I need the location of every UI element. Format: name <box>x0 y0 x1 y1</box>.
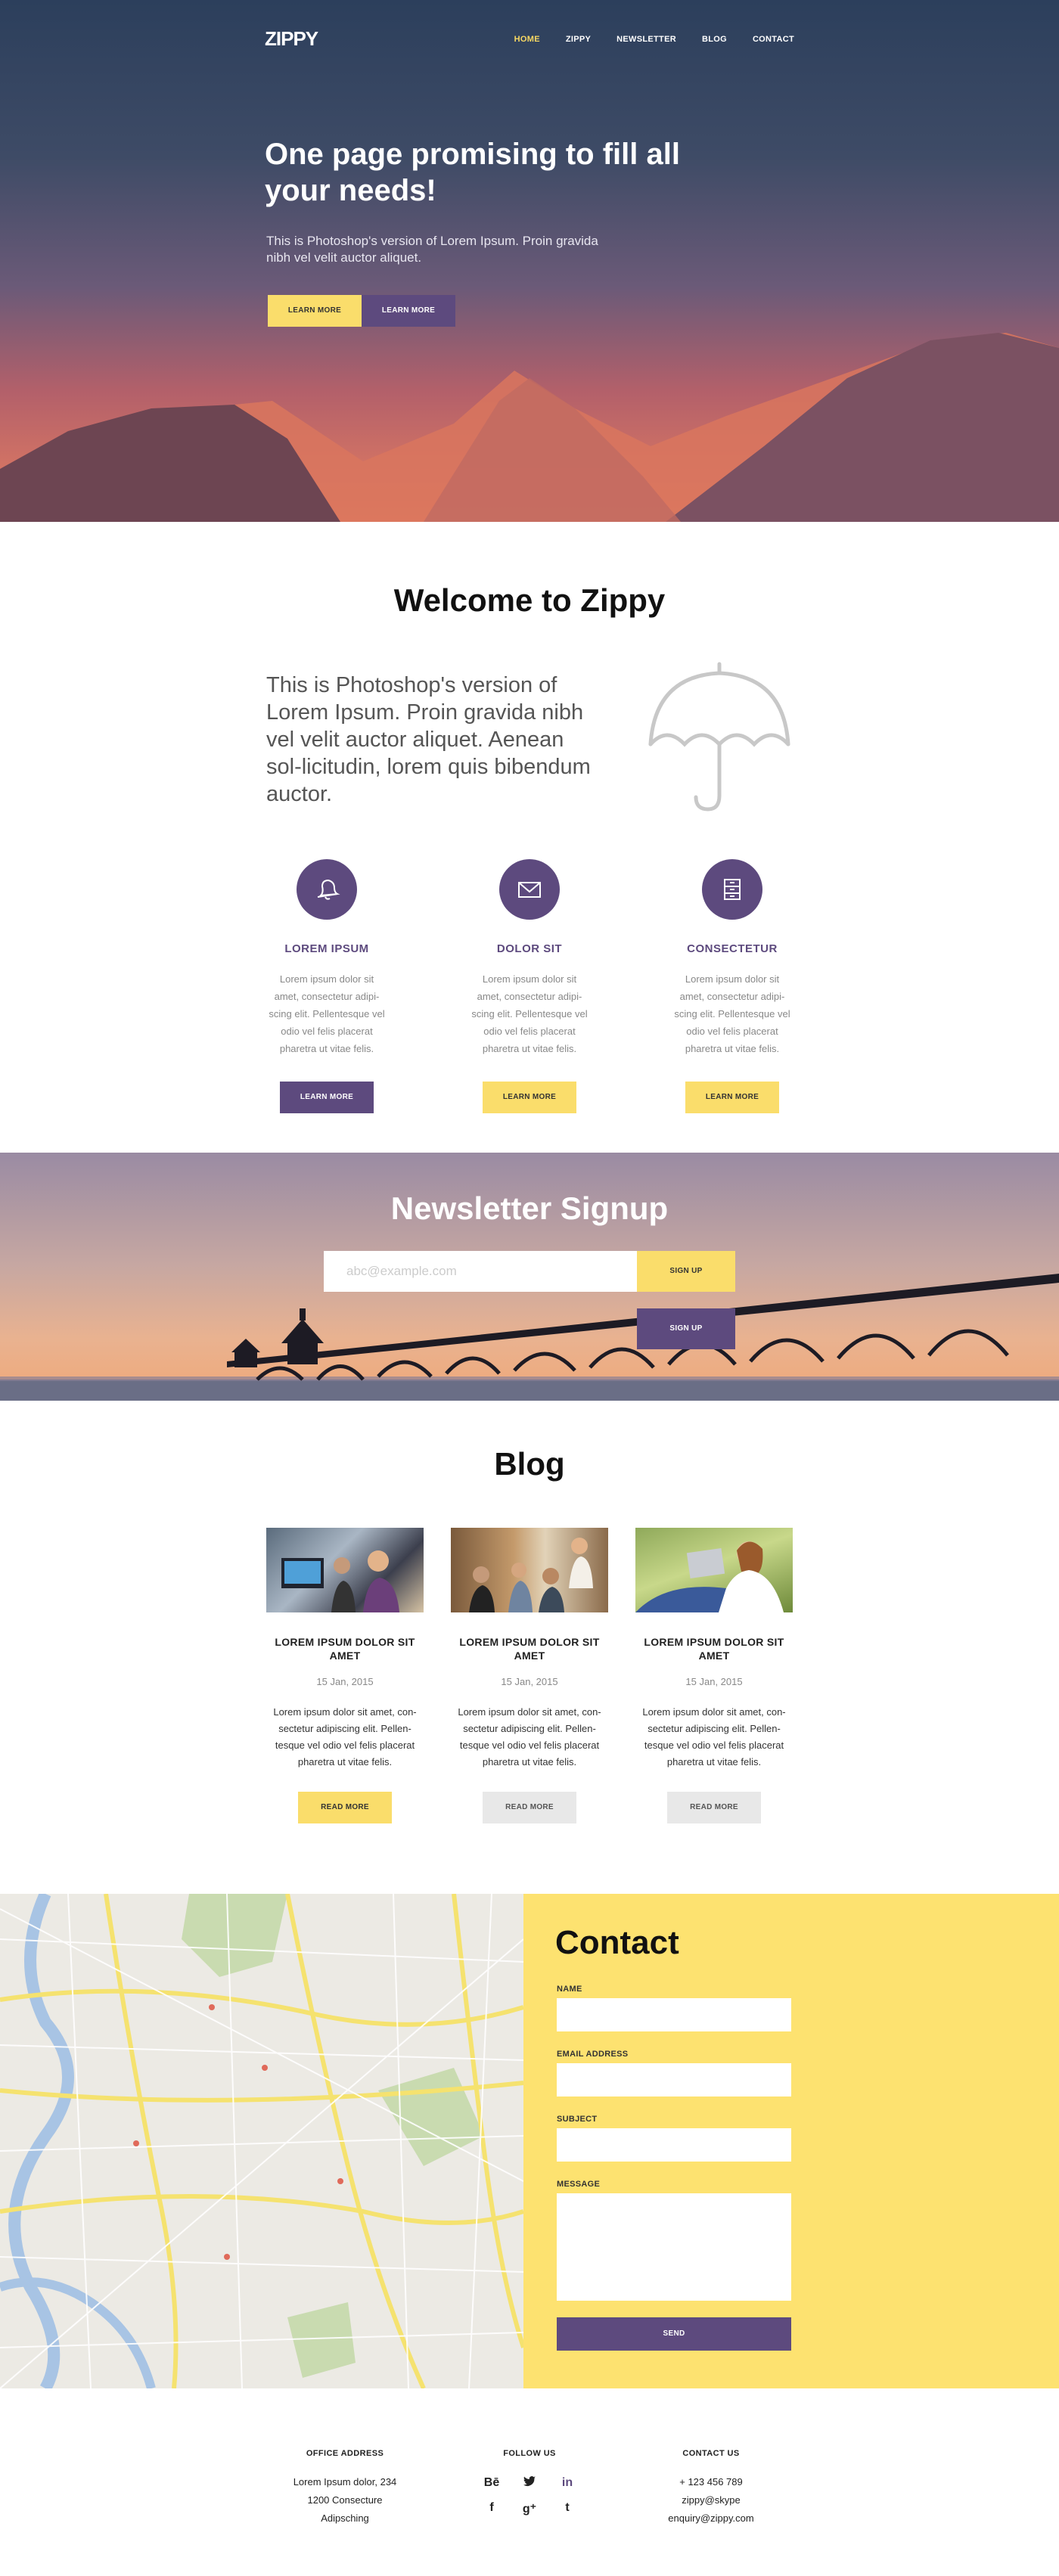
envelope-icon <box>518 882 541 898</box>
contact-form: Contact NAME EMAIL ADDRESS SUBJECT MESSA… <box>523 1894 1059 2388</box>
read-more-button[interactable]: READ MORE <box>483 1792 576 1823</box>
hero-title: One page promising to fill all your need… <box>265 138 680 207</box>
blog-post: LOREM IPSUM DOLOR SIT AMET 15 Jan, 2015 … <box>635 1528 793 1823</box>
phone-number: + 123 456 789 <box>679 2476 743 2488</box>
contact-us-title: CONTACT US <box>682 2449 740 2458</box>
blog-post-title[interactable]: LOREM IPSUM DOLOR SIT AMET <box>635 1635 793 1662</box>
blog-post-excerpt: Lorem ipsum dolor sit amet, con-sectetur… <box>642 1706 786 1768</box>
city-map[interactable] <box>0 1894 523 2388</box>
hero-buttons: LEARN MORE LEARN MORE <box>268 295 455 327</box>
blog-title: Blog <box>494 1446 565 1482</box>
contact-title: Contact <box>555 1924 679 1961</box>
social-icons: Bē in f g⁺ t <box>454 2476 605 2516</box>
office-address-column: OFFICE ADDRESS Lorem Ipsum dolor, 234 12… <box>269 2449 421 2528</box>
name-field[interactable] <box>557 1998 791 2031</box>
blog-post: LOREM IPSUM DOLOR SIT AMET 15 Jan, 2015 … <box>451 1528 608 1823</box>
bell-icon <box>317 879 340 900</box>
blog-post-image[interactable] <box>451 1528 608 1612</box>
email-link[interactable]: enquiry@zippy.com <box>635 2509 787 2528</box>
footer: OFFICE ADDRESS Lorem Ipsum dolor, 234 12… <box>0 2388 1059 2576</box>
feature-text: Lorem ipsum dolor sit amet, consectetur … <box>674 973 790 1054</box>
skype-handle: zippy@skype <box>682 2494 741 2506</box>
feature-card: DOLOR SIT Lorem ipsum dolor sit amet, co… <box>454 859 605 1113</box>
feature-card: LOREM IPSUM Lorem ipsum dolor sit amet, … <box>251 859 402 1113</box>
linkedin-icon[interactable]: in <box>548 2476 586 2491</box>
welcome-title: Welcome to Zippy <box>393 582 666 618</box>
map-streets <box>0 1894 523 2388</box>
cabinet-icon <box>724 879 741 900</box>
behance-icon[interactable]: Bē <box>473 2476 511 2491</box>
sign-up-button-secondary[interactable]: SIGN UP <box>637 1308 735 1349</box>
email-label: EMAIL ADDRESS <box>557 2050 629 2059</box>
tumblr-icon[interactable]: t <box>548 2501 586 2516</box>
blog-post-excerpt: Lorem ipsum dolor sit amet, con-sectetur… <box>273 1706 417 1768</box>
umbrella-icon <box>648 662 790 812</box>
blog-post-title[interactable]: LOREM IPSUM DOLOR SIT AMET <box>451 1635 608 1662</box>
contact-us-column: CONTACT US + 123 456 789 zippy@skype enq… <box>635 2449 787 2528</box>
feature-title: DOLOR SIT <box>496 942 563 955</box>
welcome-section: Welcome to Zippy This is Photoshop's ver… <box>0 522 1059 1153</box>
learn-more-button-secondary[interactable]: LEARN MORE <box>362 295 455 327</box>
message-field[interactable] <box>557 2193 791 2301</box>
read-more-button[interactable]: READ MORE <box>298 1792 392 1823</box>
blog-post-excerpt: Lorem ipsum dolor sit amet, con-sectetur… <box>458 1706 601 1768</box>
feature-icon-circle <box>702 859 762 920</box>
office-address-title: OFFICE ADDRESS <box>306 2449 384 2458</box>
feature-icon-circle <box>499 859 560 920</box>
welcome-intro: This is Photoshop's version of Lorem Ips… <box>266 673 591 806</box>
newsletter-email-input[interactable] <box>324 1251 637 1292</box>
facebook-icon[interactable]: f <box>473 2501 511 2516</box>
blog-post-date: 15 Jan, 2015 <box>316 1676 374 1687</box>
name-label: NAME <box>557 1985 582 1994</box>
feature-title: CONSECTETUR <box>687 942 778 955</box>
message-label: MESSAGE <box>557 2180 601 2189</box>
subject-field[interactable] <box>557 2128 791 2162</box>
sign-up-button[interactable]: SIGN UP <box>637 1251 735 1292</box>
office-address-line: 1200 Consecture <box>307 2494 383 2506</box>
read-more-button[interactable]: READ MORE <box>667 1792 761 1823</box>
hero-section: ZIPPY HOME ZIPPY NEWSLETTER BLOG CONTACT… <box>0 0 1059 522</box>
blog-section: Blog LOREM IPSUM DOLOR SIT AMET 15 Jan, … <box>0 1401 1059 1894</box>
learn-more-button[interactable]: LEARN MORE <box>483 1082 576 1113</box>
feature-icon-circle <box>297 859 357 920</box>
office-address-line: Lorem Ipsum dolor, 234 <box>293 2476 397 2488</box>
blog-post: LOREM IPSUM DOLOR SIT AMET 15 Jan, 2015 … <box>266 1528 424 1823</box>
googleplus-icon[interactable]: g⁺ <box>511 2501 548 2516</box>
blog-post-date: 15 Jan, 2015 <box>501 1676 558 1687</box>
send-button[interactable]: SEND <box>557 2317 791 2351</box>
follow-us-column: FOLLOW US Bē in f g⁺ t <box>454 2449 605 2516</box>
feature-title: LOREM IPSUM <box>284 942 369 955</box>
contact-section: Contact NAME EMAIL ADDRESS SUBJECT MESSA… <box>0 1894 1059 2388</box>
office-address-line: Adipsching <box>321 2512 369 2524</box>
blog-post-title[interactable]: LOREM IPSUM DOLOR SIT AMET <box>266 1635 424 1662</box>
feature-card: CONSECTETUR Lorem ipsum dolor sit amet, … <box>657 859 808 1113</box>
blog-post-date: 15 Jan, 2015 <box>685 1676 743 1687</box>
learn-more-button[interactable]: LEARN MORE <box>685 1082 779 1113</box>
email-field[interactable] <box>557 2063 791 2096</box>
blog-post-image[interactable] <box>266 1528 424 1612</box>
learn-more-button-primary[interactable]: LEARN MORE <box>268 295 362 327</box>
learn-more-button[interactable]: LEARN MORE <box>280 1082 374 1113</box>
subject-label: SUBJECT <box>557 2115 598 2124</box>
twitter-icon[interactable] <box>511 2476 548 2491</box>
newsletter-section: Newsletter Signup SIGN UP SIGN UP <box>0 1153 1059 1401</box>
blog-post-image[interactable] <box>635 1528 793 1612</box>
feature-text: Lorem ipsum dolor sit amet, consectetur … <box>269 973 385 1054</box>
follow-us-title: FOLLOW US <box>503 2449 556 2458</box>
feature-text: Lorem ipsum dolor sit amet, consectetur … <box>471 973 588 1054</box>
hero-subtitle: This is Photoshop's version of Lorem Ips… <box>266 234 598 265</box>
newsletter-title: Newsletter Signup <box>390 1190 669 1226</box>
